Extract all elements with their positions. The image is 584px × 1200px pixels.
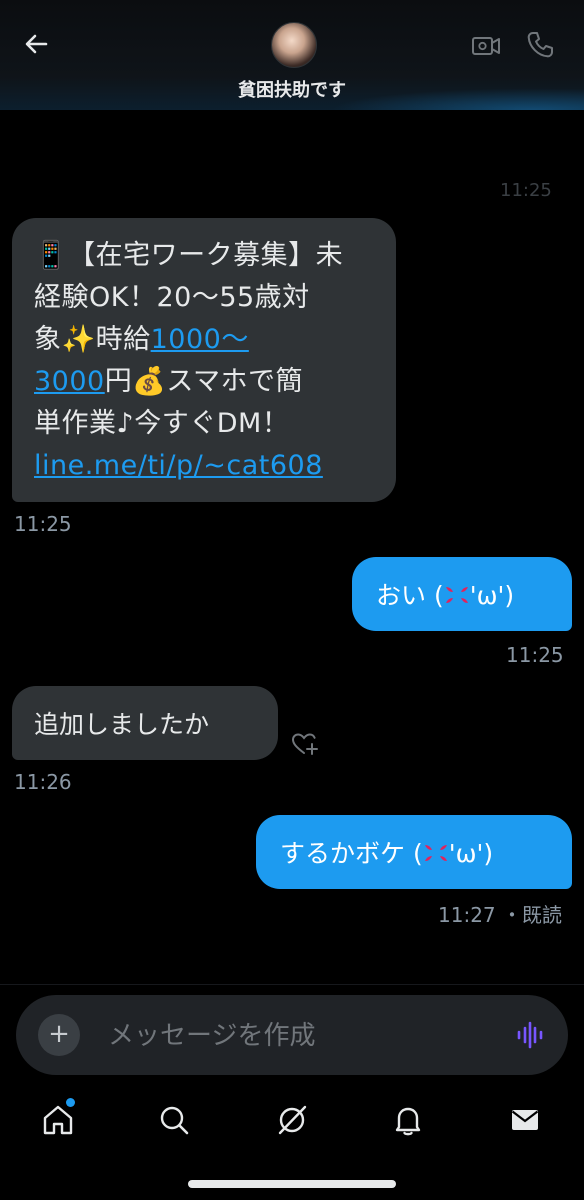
phone-number-link-cont[interactable]: 3000 [34, 366, 105, 397]
read-status: ・既読 [502, 903, 562, 927]
divider [0, 984, 584, 985]
home-icon[interactable] [40, 1102, 76, 1138]
anger-symbol-icon [424, 845, 447, 861]
notifications-bell-icon[interactable] [390, 1102, 426, 1138]
message-bubble-incoming[interactable]: 追加しましたか [12, 686, 278, 760]
message-line: 円💰スマホで簡 [104, 366, 304, 397]
plus-icon: + [48, 1019, 70, 1049]
message-text: 📱【在宅ワーク募集】未 経験OK！20～55歳対 象✨時給1000～ 3000円… [34, 235, 384, 487]
message-timestamp: 11:25 [506, 643, 564, 667]
message-text-part: おい ( [376, 581, 444, 610]
phone-icon[interactable] [524, 29, 556, 61]
add-attachment-button[interactable]: + [38, 1014, 80, 1056]
message-timestamp: 11:25 [14, 512, 72, 536]
unread-indicator [66, 1098, 75, 1107]
arrow-left-icon[interactable] [20, 28, 52, 60]
message-text-part: するかボケ ( [280, 839, 423, 868]
message-text: するかボケ ( 'ω') [280, 834, 493, 870]
grok-icon[interactable] [274, 1102, 310, 1138]
message-timestamp: 11:27 [438, 903, 496, 927]
avatar[interactable] [271, 22, 317, 68]
video-call-icon[interactable] [470, 30, 502, 62]
voice-wave-icon[interactable] [514, 1019, 546, 1051]
phone-number-link[interactable]: 1000～ [151, 324, 249, 355]
url-link[interactable]: line.me/ti/p/~cat608 [34, 450, 323, 481]
message-line: 📱【在宅ワーク募集】未 [34, 240, 344, 271]
message-text-part: 'ω') [469, 581, 515, 610]
message-timestamp-with-status: 11:27 ・既読 [438, 899, 562, 928]
message-line: 経験OK！20～55歳対 [34, 282, 310, 313]
message-input[interactable] [106, 1015, 490, 1057]
home-indicator [188, 1180, 396, 1188]
message-line: 象✨時給 [34, 324, 151, 355]
message-timestamp: 11:26 [14, 770, 72, 794]
message-line: 単作業♪今すぐDM！ [34, 408, 290, 439]
message-text: おい ( 'ω') [376, 576, 514, 612]
message-composer: + [16, 995, 568, 1075]
anger-symbol-icon [445, 587, 468, 603]
message-bubble-outgoing[interactable]: おい ( 'ω') [352, 557, 572, 631]
message-bubble-outgoing[interactable]: するかボケ ( 'ω') [256, 815, 572, 889]
header-glow [330, 88, 584, 110]
add-reaction-icon[interactable] [290, 730, 320, 758]
messages-envelope-icon[interactable] [507, 1102, 543, 1138]
faded-timestamp: 11:25 [500, 180, 552, 201]
message-text-part: 'ω') [448, 839, 494, 868]
message-text: 追加しましたか [34, 710, 210, 739]
message-bubble-incoming[interactable]: 📱【在宅ワーク募集】未 経験OK！20～55歳対 象✨時給1000～ 3000円… [12, 218, 396, 502]
search-icon[interactable] [156, 1102, 192, 1138]
